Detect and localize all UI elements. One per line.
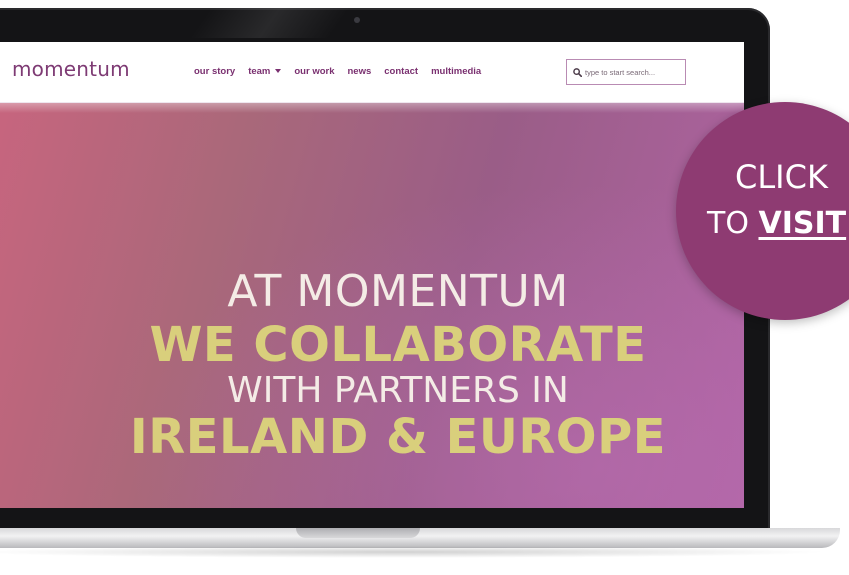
cta-line-2-prefix: TO	[707, 206, 759, 241]
site-header: momentum our story team our work news co…	[0, 42, 744, 103]
visit-link[interactable]: VISIT	[758, 206, 846, 241]
search-box[interactable]	[566, 59, 686, 85]
laptop-screen: momentum our story team our work news co…	[0, 42, 744, 508]
nav-item-team[interactable]: team	[248, 66, 282, 77]
nav-item-our-story[interactable]: our story	[194, 66, 235, 77]
caret-down-icon	[275, 69, 282, 74]
nav-item-team-label: team	[248, 66, 271, 77]
search-input[interactable]	[585, 67, 675, 77]
hero-top-fade	[0, 103, 744, 113]
site-logo[interactable]: momentum	[12, 57, 130, 81]
laptop-base	[0, 528, 840, 548]
laptop-lid-notch	[296, 528, 420, 538]
hero-banner: AT MOMENTUM WE COLLABORATE WITH PARTNERS…	[0, 103, 744, 508]
hero-line-3: WITH PARTNERS IN	[227, 370, 569, 411]
nav-item-our-work[interactable]: our work	[294, 66, 334, 77]
hero-line-2: WE COLLABORATE	[149, 317, 647, 373]
laptop-shadow	[0, 546, 830, 558]
nav-item-news[interactable]: news	[348, 66, 372, 77]
hero-line-1: AT MOMENTUM	[227, 266, 569, 317]
laptop-mockup-stage: momentum our story team our work news co…	[0, 0, 849, 575]
cta-line-2[interactable]: TO VISIT	[707, 206, 846, 241]
webcam-icon	[354, 17, 360, 23]
screen-glare	[189, 8, 351, 38]
cta-line-1: CLICK	[735, 158, 828, 196]
main-nav: our story team our work news contact mul…	[194, 66, 481, 77]
nav-item-multimedia[interactable]: multimedia	[431, 66, 481, 77]
hero-line-4: IRELAND & EUROPE	[129, 409, 667, 465]
search-icon	[573, 67, 582, 77]
nav-item-contact[interactable]: contact	[384, 66, 418, 77]
